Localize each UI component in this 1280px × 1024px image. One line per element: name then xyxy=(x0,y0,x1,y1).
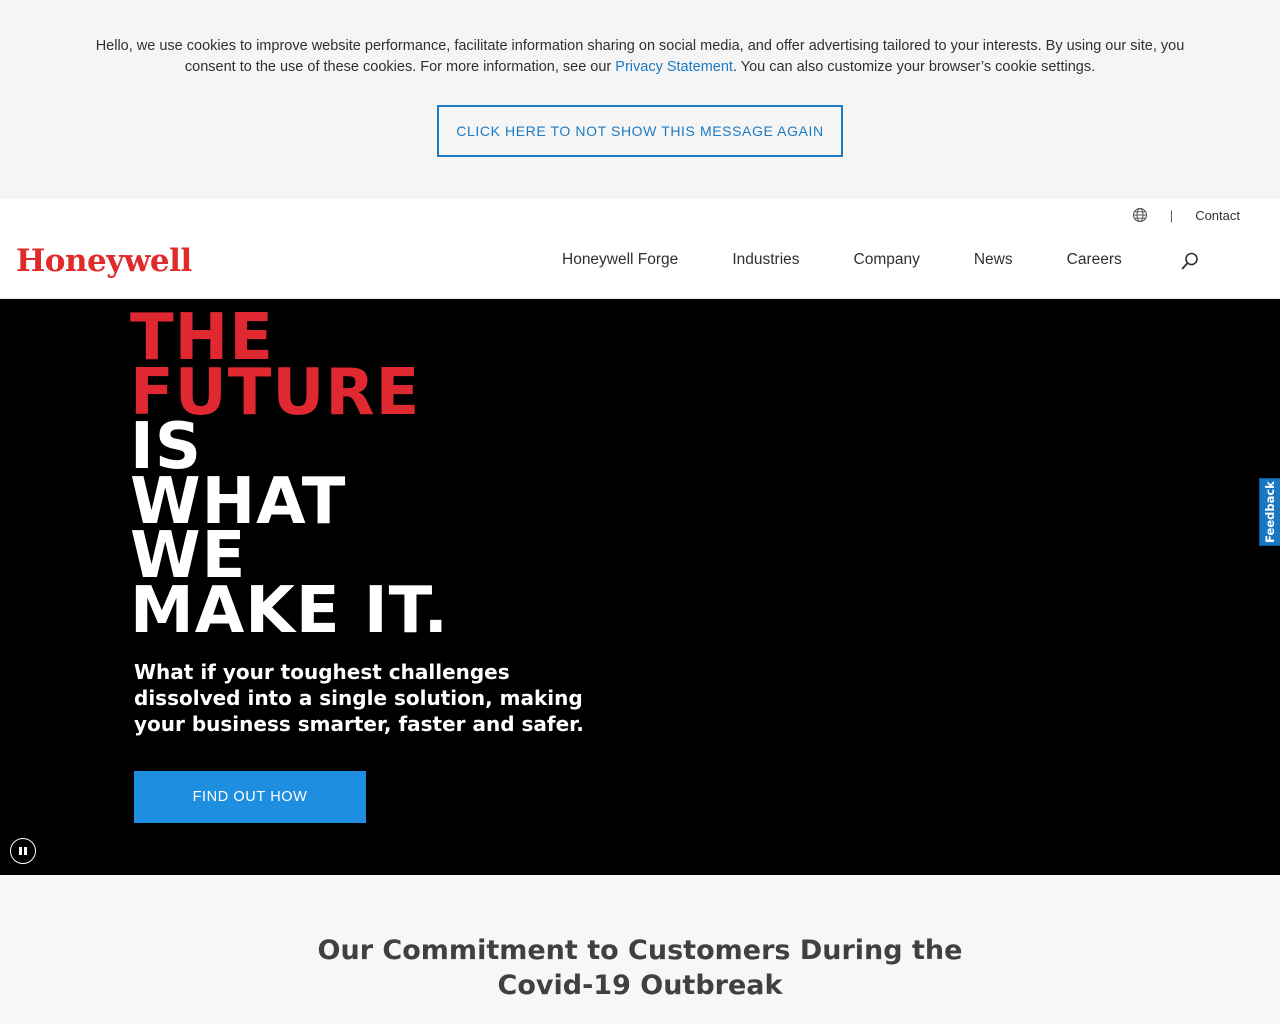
honeywell-logo[interactable]: Honeywell xyxy=(16,243,192,279)
main-nav: Honeywell Forge Industries Company News … xyxy=(562,251,1176,269)
nav-item-honeywell-forge[interactable]: Honeywell Forge xyxy=(562,251,678,269)
find-out-how-button[interactable]: FIND OUT HOW xyxy=(134,771,366,823)
cookie-banner: Hello, we use cookies to improve website… xyxy=(0,0,1280,199)
nav-item-news[interactable]: News xyxy=(974,251,1013,269)
privacy-statement-link[interactable]: Privacy Statement xyxy=(615,59,733,75)
hero-banner: THE FUTURE IS WHAT WE MAKE IT. What if y… xyxy=(0,299,1280,875)
contact-link[interactable]: Contact xyxy=(1195,208,1240,223)
feedback-tab[interactable]: Feedback xyxy=(1259,478,1280,546)
nav-item-careers[interactable]: Careers xyxy=(1067,251,1122,269)
site-header: | Contact Honeywell Honeywell Forge Indu… xyxy=(0,199,1280,299)
covid-commitment-title[interactable]: Our Commitment to Customers During the C… xyxy=(290,933,990,1003)
hero-headline: THE FUTURE IS WHAT WE MAKE IT. xyxy=(130,306,449,648)
pause-icon[interactable] xyxy=(10,838,36,864)
hero-subtext: What if your toughest challenges dissolv… xyxy=(134,660,584,736)
globe-icon[interactable] xyxy=(1132,207,1148,223)
nav-item-industries[interactable]: Industries xyxy=(732,251,799,269)
cookie-message-text-end: . You can also customize your browser’s … xyxy=(732,59,1096,75)
utility-separator: | xyxy=(1169,207,1174,223)
utility-bar: | Contact xyxy=(1132,206,1240,224)
cookie-dismiss-button[interactable]: CLICK HERE TO NOT SHOW THIS MESSAGE AGAI… xyxy=(437,105,843,157)
nav-item-company[interactable]: Company xyxy=(854,251,920,269)
feedback-label: Feedback xyxy=(1263,481,1277,543)
headline-line: MAKE IT. xyxy=(130,573,449,648)
search-icon[interactable] xyxy=(1180,251,1200,271)
cookie-message: Hello, we use cookies to improve website… xyxy=(90,36,1190,78)
